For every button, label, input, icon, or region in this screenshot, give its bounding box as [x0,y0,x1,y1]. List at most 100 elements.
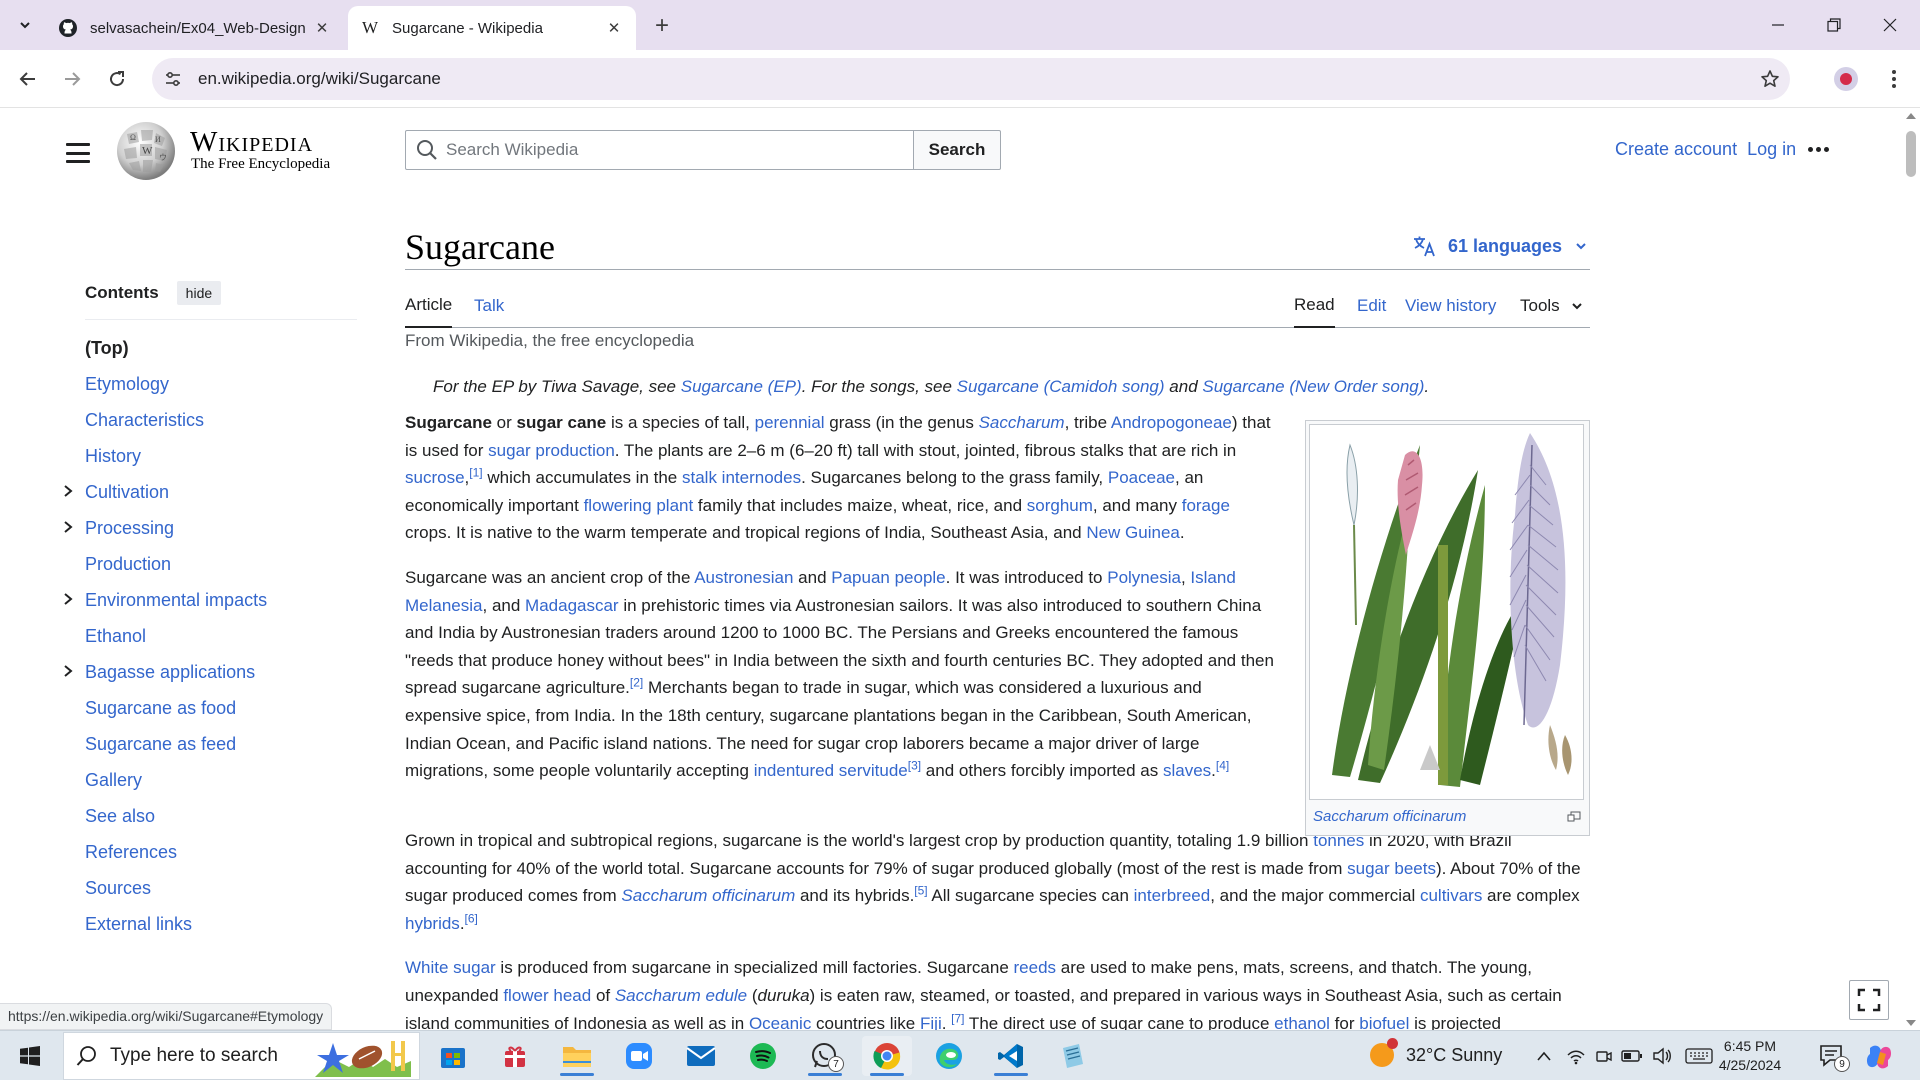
tab-edit[interactable]: Edit [1357,284,1386,328]
wiki-link[interactable]: perennial [755,413,825,432]
wiki-link[interactable]: hybrids [405,914,460,933]
tab-read[interactable]: Read [1294,284,1335,328]
wiki-search-input[interactable] [446,140,886,160]
toc-item[interactable]: Etymology [85,366,357,402]
toc-item[interactable]: Sources [85,870,357,906]
wiki-link[interactable]: indentured servitude [754,761,908,780]
new-tab-button[interactable]: + [648,12,676,40]
infobox-caption[interactable]: Saccharum officinarum [1313,808,1466,825]
toc-item[interactable]: Gallery [85,762,357,798]
battery-icon[interactable] [1621,1045,1643,1067]
hatnote-link[interactable]: Sugarcane (New Order song) [1202,377,1424,396]
show-hidden-icons-button[interactable] [1533,1045,1555,1067]
hatnote-link[interactable]: Sugarcane (Camidoh song) [957,377,1165,396]
fullscreen-toggle-button[interactable] [1849,980,1889,1020]
url-text[interactable]: en.wikipedia.org/wiki/Sugarcane [194,69,1750,89]
scrollbar-thumb[interactable] [1906,131,1916,177]
citation-link[interactable]: [5] [914,884,927,898]
wiki-link[interactable]: Polynesia [1107,568,1181,587]
toc-item[interactable]: Characteristics [85,402,357,438]
page-scrollbar[interactable] [1902,109,1920,1030]
chevron-right-icon[interactable] [61,520,75,534]
language-selector-button[interactable]: 61 languages [1412,235,1588,257]
taskbar-clock[interactable]: 6:45 PM 4/25/2024 [1710,1037,1790,1075]
start-button[interactable] [10,1039,50,1073]
close-tab-icon[interactable]: ✕ [604,18,624,38]
toc-hide-button[interactable]: hide [176,280,222,305]
wiki-link[interactable]: flowering plant [584,496,694,515]
hatnote-link[interactable]: Sugarcane (EP) [681,377,802,396]
sugarcane-botanical-illustration[interactable] [1309,424,1584,800]
wiki-link[interactable]: ethanol [1274,1014,1330,1030]
browser-tab-wikipedia[interactable]: W Sugarcane - Wikipedia ✕ [348,6,636,50]
tab-search-button[interactable] [10,10,40,40]
taskbar-mail-app[interactable] [676,1036,726,1076]
taskbar-vscode-app[interactable] [986,1036,1036,1076]
citation-link[interactable]: [1] [469,466,482,480]
toc-item[interactable]: History [85,438,357,474]
taskbar-notepad-app[interactable] [1048,1036,1098,1076]
chevron-right-icon[interactable] [61,664,75,678]
toc-item[interactable]: Processing [64,510,357,546]
chevron-right-icon[interactable] [61,592,75,606]
wiki-link[interactable]: Oceanic [749,1014,811,1030]
wiki-link[interactable]: Saccharum edule [615,986,747,1005]
main-menu-button[interactable] [62,139,94,167]
reload-button[interactable] [101,63,133,95]
tab-article[interactable]: Article [405,284,453,328]
user-menu-more-icon[interactable] [1808,147,1829,152]
close-window-button[interactable] [1862,0,1918,50]
forward-button[interactable] [56,63,88,95]
chevron-right-icon[interactable] [61,484,75,498]
restore-button[interactable] [1806,0,1862,50]
tab-view-history[interactable]: View history [1405,284,1496,328]
minimize-button[interactable] [1750,0,1806,50]
citation-link[interactable]: [7] [951,1011,964,1025]
taskbar-gift-app[interactable] [490,1036,540,1076]
wiki-link[interactable]: Fiji [920,1014,942,1030]
wiki-link[interactable]: sucrose [405,468,465,487]
toc-item[interactable]: Ethanol [85,618,357,654]
wiki-link[interactable]: flower head [503,986,591,1005]
taskbar-store-app[interactable] [428,1036,478,1076]
citation-link[interactable]: [2] [630,676,643,690]
enlarge-icon[interactable] [1567,809,1581,827]
site-info-icon[interactable] [152,70,194,88]
taskbar-file-explorer[interactable] [552,1036,602,1076]
wiki-link[interactable]: White sugar [405,958,496,977]
taskbar-chrome-app[interactable] [862,1036,912,1076]
citation-link[interactable]: [3] [908,758,921,772]
toc-item[interactable]: Cultivation [64,474,357,510]
create-account-link[interactable]: Create account [1615,139,1737,160]
wiki-link[interactable]: Saccharum [979,413,1065,432]
wiki-search-button[interactable]: Search [914,130,1001,170]
address-bar[interactable]: en.wikipedia.org/wiki/Sugarcane [152,58,1790,100]
tab-talk[interactable]: Talk [474,284,504,328]
toc-item[interactable]: Sugarcane as food [85,690,357,726]
meet-now-icon[interactable] [1593,1045,1615,1067]
back-button[interactable] [12,63,44,95]
wiki-link[interactable]: Madagascar [525,596,619,615]
log-in-link[interactable]: Log in [1747,139,1796,160]
wiki-link[interactable]: New Guinea [1086,523,1180,542]
notification-center-button[interactable]: 9 [1818,1042,1850,1072]
volume-icon[interactable] [1651,1045,1673,1067]
wiki-link[interactable]: sugar production [488,441,615,460]
wiki-link[interactable]: sorghum [1027,496,1093,515]
wiki-link[interactable]: Andropogoneae [1111,413,1232,432]
scroll-down-arrow[interactable] [1906,1020,1916,1026]
toc-item[interactable]: Environmental impacts [64,582,357,618]
wikipedia-globe-logo[interactable]: W Ω И ウ [115,120,177,182]
wikipedia-wordmark[interactable]: Wikipedia [190,126,313,159]
toc-item[interactable]: External links [85,906,357,942]
copilot-button[interactable] [1864,1042,1894,1072]
network-icon[interactable] [1565,1045,1587,1067]
wiki-link[interactable]: Poaceae [1108,468,1175,487]
toc-item[interactable]: Bagasse applications [64,654,357,690]
wiki-link[interactable]: Saccharum officinarum [621,886,795,905]
weather-widget[interactable]: 32°C Sunny [1370,1038,1502,1067]
wiki-link[interactable]: cultivars [1420,886,1482,905]
scroll-up-arrow[interactable] [1906,113,1916,119]
wiki-link[interactable]: sugar beets [1347,859,1436,878]
wiki-link[interactable]: reeds [1014,958,1057,977]
